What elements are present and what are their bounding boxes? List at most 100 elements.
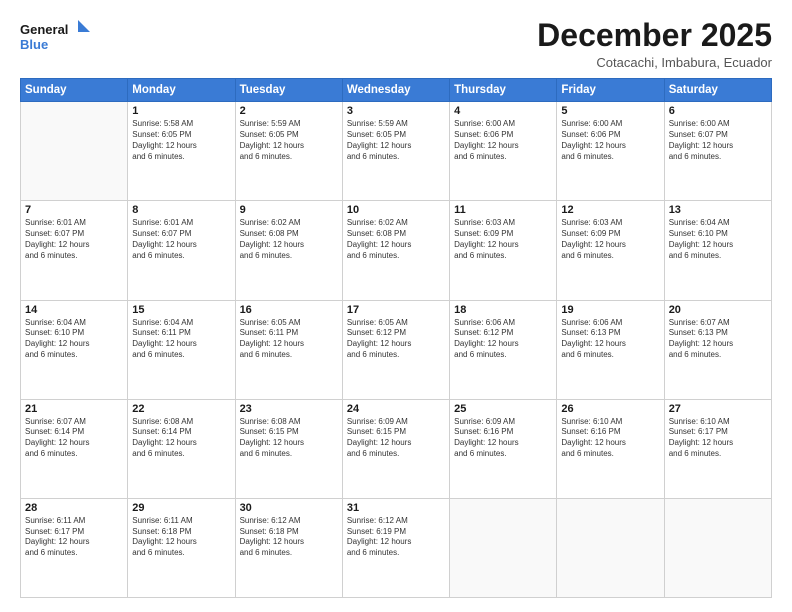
- day-number: 10: [347, 204, 445, 216]
- page: General Blue December 2025 Cotacachi, Im…: [0, 0, 792, 612]
- day-number: 20: [669, 304, 767, 316]
- day-number: 29: [132, 502, 230, 514]
- weekday-header-wednesday: Wednesday: [342, 79, 449, 102]
- day-number: 14: [25, 304, 123, 316]
- day-number: 6: [669, 105, 767, 117]
- day-info: Sunrise: 6:00 AMSunset: 6:06 PMDaylight:…: [561, 119, 659, 162]
- header: General Blue December 2025 Cotacachi, Im…: [20, 18, 772, 70]
- logo-svg: General Blue: [20, 18, 90, 60]
- weekday-header-friday: Friday: [557, 79, 664, 102]
- day-info: Sunrise: 6:07 AMSunset: 6:13 PMDaylight:…: [669, 318, 767, 361]
- day-info: Sunrise: 6:01 AMSunset: 6:07 PMDaylight:…: [25, 218, 123, 261]
- calendar-cell: 16Sunrise: 6:05 AMSunset: 6:11 PMDayligh…: [235, 300, 342, 399]
- calendar-cell: [557, 498, 664, 597]
- calendar-table: SundayMondayTuesdayWednesdayThursdayFrid…: [20, 78, 772, 598]
- day-info: Sunrise: 5:58 AMSunset: 6:05 PMDaylight:…: [132, 119, 230, 162]
- day-info: Sunrise: 6:06 AMSunset: 6:12 PMDaylight:…: [454, 318, 552, 361]
- day-info: Sunrise: 6:12 AMSunset: 6:18 PMDaylight:…: [240, 516, 338, 559]
- subtitle: Cotacachi, Imbabura, Ecuador: [537, 55, 772, 70]
- calendar-cell: [664, 498, 771, 597]
- calendar-cell: 26 Sunrise: 6:10 AMSunset: 6:16 PMDayligh…: [557, 399, 664, 498]
- day-number: 27: [669, 403, 767, 415]
- day-info: Sunrise: 6:00 AMSunset: 6:07 PMDaylight:…: [669, 119, 767, 162]
- calendar-cell: 2Sunrise: 5:59 AMSunset: 6:05 PMDaylight…: [235, 102, 342, 201]
- calendar-cell: 31 Sunrise: 6:12 AMSunset: 6:19 PMDayligh…: [342, 498, 449, 597]
- day-info: Sunrise: 6:03 AMSunset: 6:09 PMDaylight:…: [561, 218, 659, 261]
- calendar-cell: 18 Sunrise: 6:06 AMSunset: 6:12 PMDayligh…: [450, 300, 557, 399]
- day-number: 17: [347, 304, 445, 316]
- day-number: 13: [669, 204, 767, 216]
- calendar-cell: 28Sunrise: 6:11 AMSunset: 6:17 PMDayligh…: [21, 498, 128, 597]
- day-number: 18: [454, 304, 552, 316]
- calendar-cell: 11 Sunrise: 6:03 AMSunset: 6:09 PMDayligh…: [450, 201, 557, 300]
- calendar-cell: 6 Sunrise: 6:00 AMSunset: 6:07 PMDaylight…: [664, 102, 771, 201]
- day-info: Sunrise: 6:03 AMSunset: 6:09 PMDaylight:…: [454, 218, 552, 261]
- day-number: 3: [347, 105, 445, 117]
- day-info: Sunrise: 6:09 AMSunset: 6:16 PMDaylight:…: [454, 417, 552, 460]
- calendar-cell: 7 Sunrise: 6:01 AMSunset: 6:07 PMDaylight…: [21, 201, 128, 300]
- calendar-week-5: 28Sunrise: 6:11 AMSunset: 6:17 PMDayligh…: [21, 498, 772, 597]
- day-info: Sunrise: 6:06 AMSunset: 6:13 PMDaylight:…: [561, 318, 659, 361]
- day-number: 24: [347, 403, 445, 415]
- calendar-cell: 4Sunrise: 6:00 AMSunset: 6:06 PMDaylight…: [450, 102, 557, 201]
- calendar-week-4: 21 Sunrise: 6:07 AMSunset: 6:14 PMDayligh…: [21, 399, 772, 498]
- day-info: Sunrise: 6:01 AMSunset: 6:07 PMDaylight:…: [132, 218, 230, 261]
- day-info: Sunrise: 6:02 AMSunset: 6:08 PMDaylight:…: [347, 218, 445, 261]
- day-number: 25: [454, 403, 552, 415]
- day-number: 19: [561, 304, 659, 316]
- day-number: 26: [561, 403, 659, 415]
- day-number: 15: [132, 304, 230, 316]
- calendar-cell: 27 Sunrise: 6:10 AMSunset: 6:17 PMDayligh…: [664, 399, 771, 498]
- day-info: Sunrise: 6:10 AMSunset: 6:16 PMDaylight:…: [561, 417, 659, 460]
- calendar-cell: 25 Sunrise: 6:09 AMSunset: 6:16 PMDayligh…: [450, 399, 557, 498]
- day-number: 28: [25, 502, 123, 514]
- weekday-header-tuesday: Tuesday: [235, 79, 342, 102]
- day-info: Sunrise: 6:08 AMSunset: 6:15 PMDaylight:…: [240, 417, 338, 460]
- day-info: Sunrise: 6:07 AMSunset: 6:14 PMDaylight:…: [25, 417, 123, 460]
- day-number: 5: [561, 105, 659, 117]
- day-number: 9: [240, 204, 338, 216]
- day-number: 31: [347, 502, 445, 514]
- day-info: Sunrise: 6:04 AMSunset: 6:10 PMDaylight:…: [25, 318, 123, 361]
- calendar-cell: [21, 102, 128, 201]
- day-number: 1: [132, 105, 230, 117]
- calendar-cell: 17 Sunrise: 6:05 AMSunset: 6:12 PMDayligh…: [342, 300, 449, 399]
- calendar-week-1: 1 Sunrise: 5:58 AMSunset: 6:05 PMDaylight…: [21, 102, 772, 201]
- day-number: 8: [132, 204, 230, 216]
- calendar-cell: 8 Sunrise: 6:01 AMSunset: 6:07 PMDaylight…: [128, 201, 235, 300]
- day-number: 22: [132, 403, 230, 415]
- calendar-cell: 9 Sunrise: 6:02 AMSunset: 6:08 PMDaylight…: [235, 201, 342, 300]
- day-info: Sunrise: 6:02 AMSunset: 6:08 PMDaylight:…: [240, 218, 338, 261]
- day-info: Sunrise: 6:05 AMSunset: 6:11 PMDaylight:…: [240, 318, 338, 361]
- calendar-cell: 20 Sunrise: 6:07 AMSunset: 6:13 PMDayligh…: [664, 300, 771, 399]
- day-number: 30: [240, 502, 338, 514]
- calendar-week-2: 7 Sunrise: 6:01 AMSunset: 6:07 PMDaylight…: [21, 201, 772, 300]
- day-info: Sunrise: 5:59 AMSunset: 6:05 PMDaylight:…: [240, 119, 338, 162]
- day-info: Sunrise: 6:12 AMSunset: 6:19 PMDaylight:…: [347, 516, 445, 559]
- day-number: 23: [240, 403, 338, 415]
- day-number: 7: [25, 204, 123, 216]
- calendar-cell: 30 Sunrise: 6:12 AMSunset: 6:18 PMDayligh…: [235, 498, 342, 597]
- day-info: Sunrise: 6:04 AMSunset: 6:10 PMDaylight:…: [669, 218, 767, 261]
- day-number: 12: [561, 204, 659, 216]
- day-number: 11: [454, 204, 552, 216]
- day-info: Sunrise: 6:09 AMSunset: 6:15 PMDaylight:…: [347, 417, 445, 460]
- day-info: Sunrise: 6:08 AMSunset: 6:14 PMDaylight:…: [132, 417, 230, 460]
- day-info: Sunrise: 5:59 AMSunset: 6:05 PMDaylight:…: [347, 119, 445, 162]
- day-number: 21: [25, 403, 123, 415]
- calendar-header-row: SundayMondayTuesdayWednesdayThursdayFrid…: [21, 79, 772, 102]
- day-info: Sunrise: 6:11 AMSunset: 6:18 PMDaylight:…: [132, 516, 230, 559]
- calendar-cell: 14 Sunrise: 6:04 AMSunset: 6:10 PMDayligh…: [21, 300, 128, 399]
- calendar-cell: 3 Sunrise: 5:59 AMSunset: 6:05 PMDaylight…: [342, 102, 449, 201]
- calendar-cell: 19 Sunrise: 6:06 AMSunset: 6:13 PMDayligh…: [557, 300, 664, 399]
- calendar-cell: 13 Sunrise: 6:04 AMSunset: 6:10 PMDayligh…: [664, 201, 771, 300]
- day-info: Sunrise: 6:10 AMSunset: 6:17 PMDaylight:…: [669, 417, 767, 460]
- day-number: 4: [454, 105, 552, 117]
- logo: General Blue: [20, 18, 90, 60]
- weekday-header-saturday: Saturday: [664, 79, 771, 102]
- month-title: December 2025: [537, 18, 772, 53]
- calendar-cell: 12 Sunrise: 6:03 AMSunset: 6:09 PMDayligh…: [557, 201, 664, 300]
- day-info: Sunrise: 6:05 AMSunset: 6:12 PMDaylight:…: [347, 318, 445, 361]
- calendar-cell: 22 Sunrise: 6:08 AMSunset: 6:14 PMDayligh…: [128, 399, 235, 498]
- calendar-cell: 1 Sunrise: 5:58 AMSunset: 6:05 PMDaylight…: [128, 102, 235, 201]
